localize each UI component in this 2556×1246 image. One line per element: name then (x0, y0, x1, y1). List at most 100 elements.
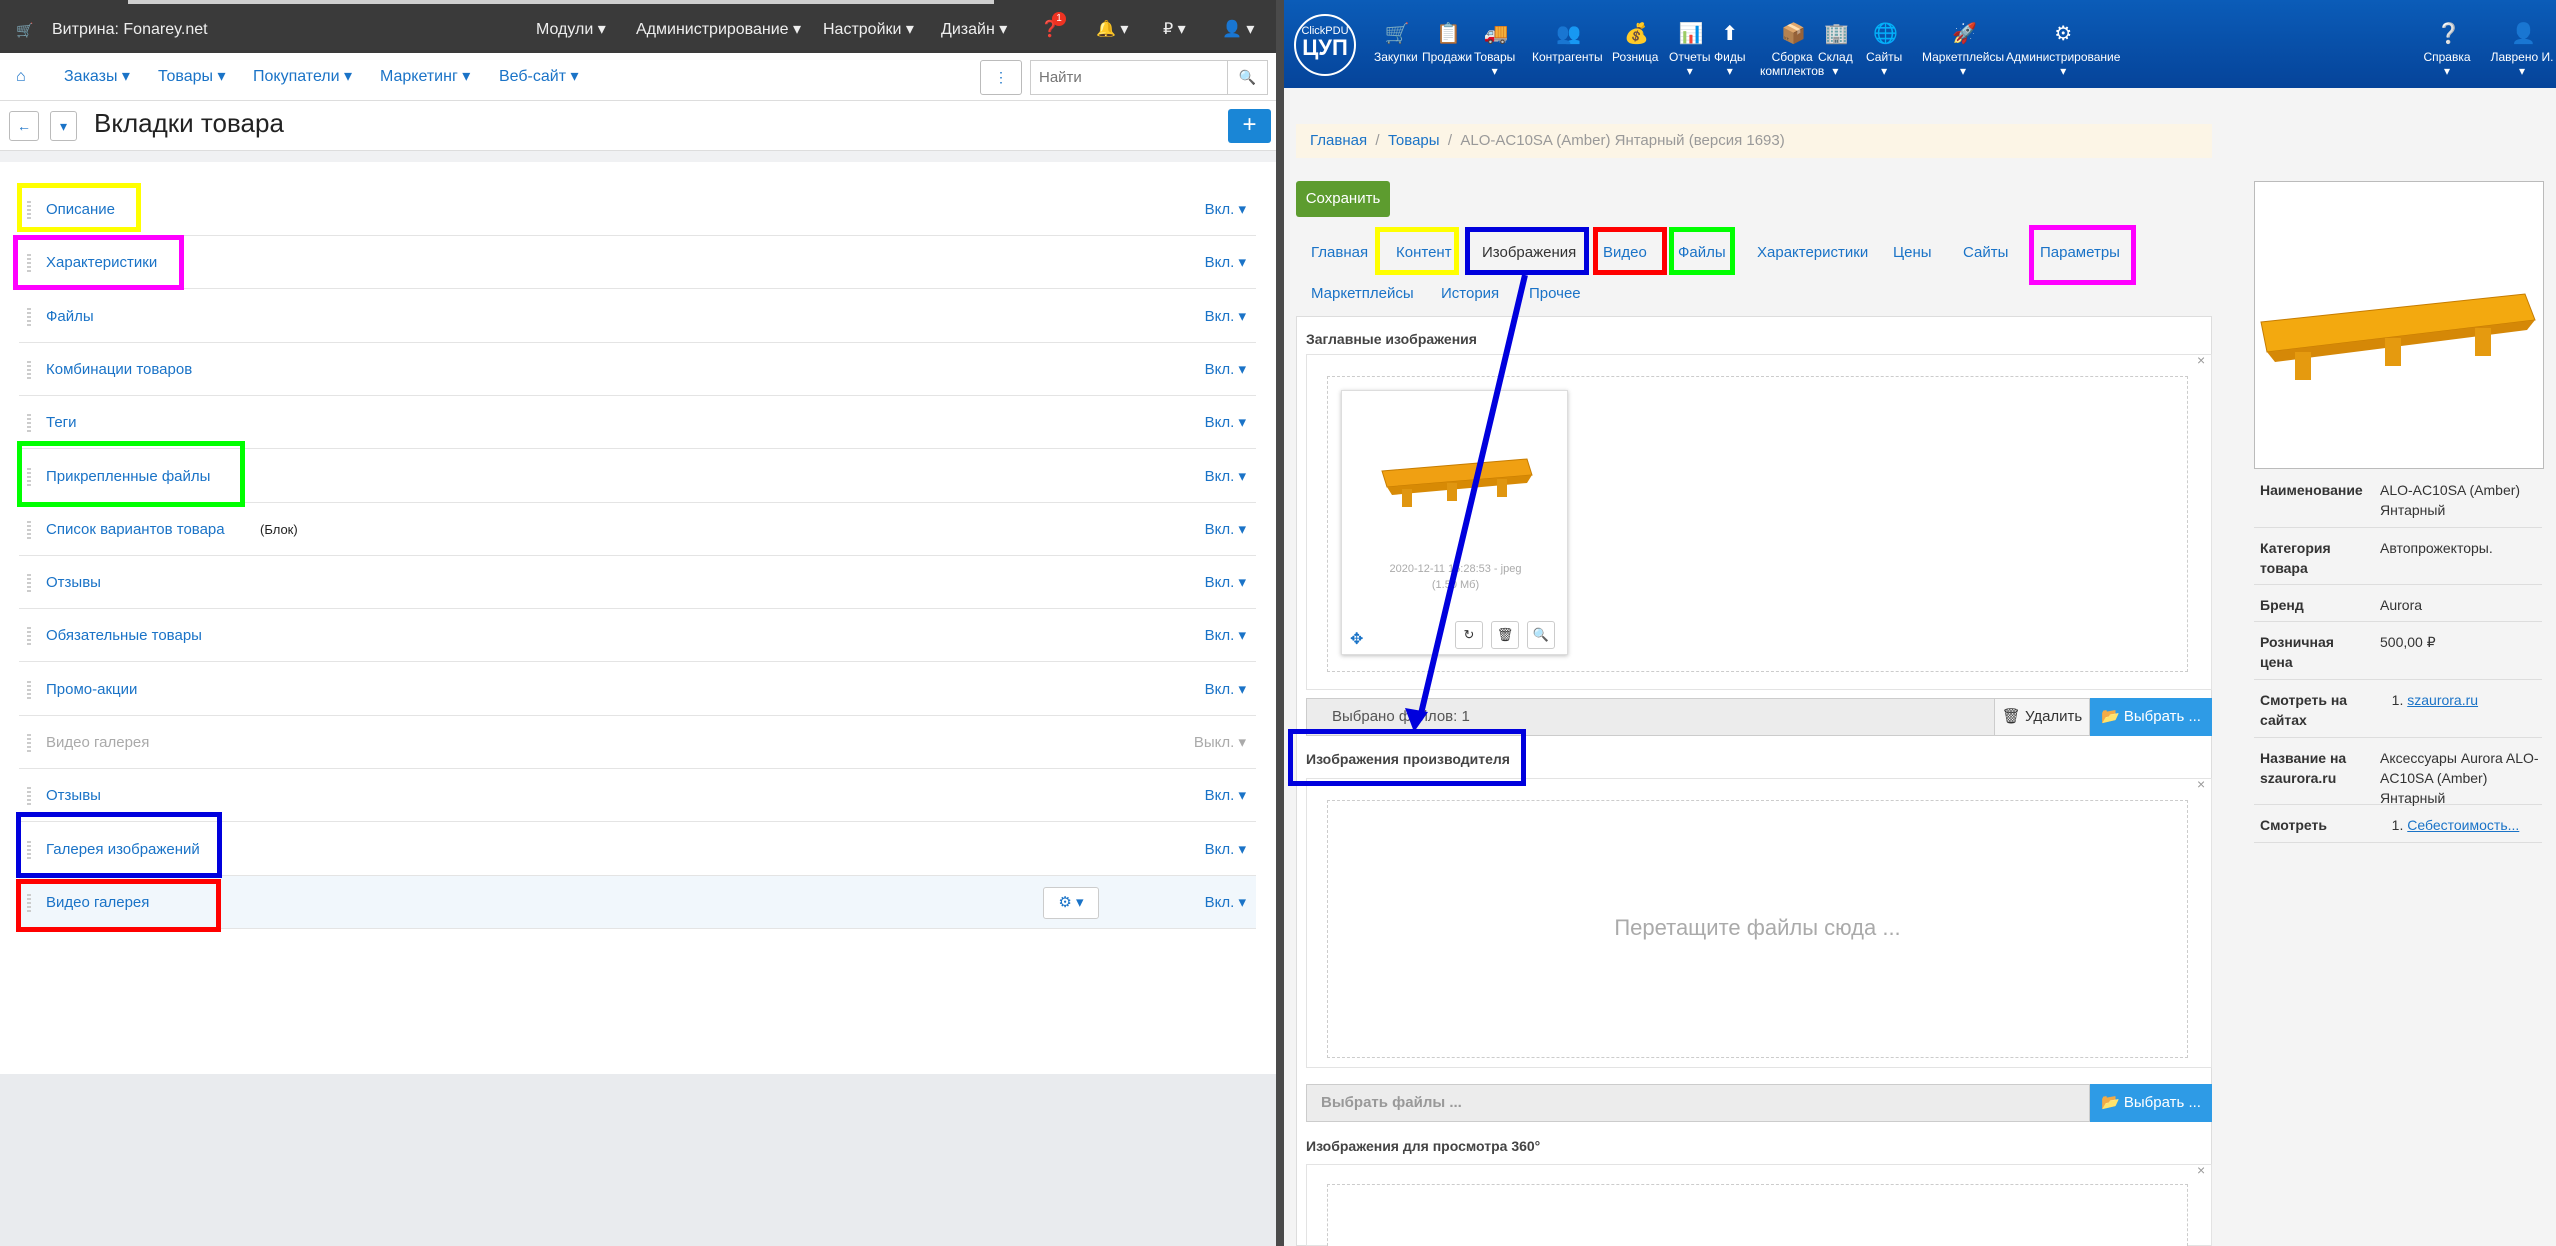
tab-row-label[interactable]: Видео галерея (46, 876, 149, 929)
tab-main[interactable]: Главная (1311, 243, 1368, 263)
close-icon[interactable]: × (2197, 776, 2205, 792)
status-dropdown[interactable]: Вкл. ▾ (1205, 450, 1246, 503)
tab-row-image-gallery[interactable]: Галерея изображений Вкл. ▾ (19, 823, 1256, 876)
gear-icon[interactable]: ⚙ ▾ (1043, 886, 1099, 919)
menu-modules[interactable]: Модули ▾ (536, 0, 606, 53)
manufacturer-dropzone[interactable]: Перетащите файлы сюда ... (1327, 800, 2188, 1058)
tab-row-required-products[interactable]: Обязательные товары Вкл. ▾ (19, 609, 1256, 663)
tab-row-label[interactable]: Список вариантов товара (46, 503, 225, 556)
tab-parameters[interactable]: Параметры (2040, 243, 2120, 263)
tab-other[interactable]: Прочее (1529, 284, 1581, 304)
back-button[interactable]: ← (9, 111, 39, 141)
window-divider[interactable] (1276, 0, 1284, 1246)
status-dropdown[interactable]: Вкл. ▾ (1205, 290, 1246, 343)
tab-row-label[interactable]: Отзывы (46, 556, 101, 609)
tab-row-label[interactable]: Галерея изображений (46, 823, 200, 876)
tab-row-label[interactable]: Отзывы (46, 769, 101, 822)
image-thumbnail[interactable]: 2020-12-11 16:28:53 - jpeg (1.50 Мб) ✥ ↻… (1341, 390, 1568, 655)
product-main-image[interactable] (2254, 181, 2544, 469)
nav-orders[interactable]: Заказы ▾ (64, 53, 130, 101)
add-button[interactable]: + (1228, 109, 1271, 143)
menu-settings[interactable]: Настройки ▾ (823, 0, 914, 53)
user-icon[interactable]: 👤 ▾ (1222, 0, 1254, 53)
currency-menu[interactable]: ₽ ▾ (1163, 0, 1186, 53)
cup-menu-reports[interactable]: 📊 Отчеты ▾ (1669, 0, 1710, 78)
cart-icon[interactable]: 🛒 (16, 0, 33, 53)
nav-website[interactable]: Веб-сайт ▾ (499, 53, 579, 101)
cup-menu-feeds[interactable]: ⬆ Фиды ▾ (1714, 0, 1745, 78)
tab-video[interactable]: Видео (1603, 243, 1647, 263)
drag-handle-icon[interactable] (27, 680, 31, 699)
tab-row-label[interactable]: Характеристики (46, 236, 157, 289)
search-input[interactable] (1031, 61, 1226, 94)
tab-row-product-combinations[interactable]: Комбинации товаров Вкл. ▾ (19, 343, 1256, 396)
trash-icon[interactable]: 🗑 (1491, 621, 1519, 649)
rotate-icon[interactable]: ↻ (1455, 621, 1483, 649)
prop-link[interactable]: Себестоимость... (2407, 817, 2519, 833)
choose-button[interactable]: 📂 Выбрать ... (2090, 698, 2212, 736)
zoom-icon[interactable]: 🔍 (1527, 621, 1555, 649)
nav-products[interactable]: Товары ▾ (158, 53, 226, 101)
tab-sites[interactable]: Сайты (1963, 243, 2008, 263)
status-dropdown[interactable]: Вкл. ▾ (1205, 503, 1246, 556)
cup-menu-sites[interactable]: 🌐 Сайты ▾ (1866, 0, 1902, 78)
close-icon[interactable]: × (2197, 352, 2205, 368)
tab-row-tags[interactable]: Теги Вкл. ▾ (19, 396, 1256, 450)
tab-row-variants-list[interactable]: Список вариантов товара Вкл. ▾ (Блок) (19, 503, 1256, 556)
drag-handle-icon[interactable] (27, 201, 31, 219)
back-dropdown-button[interactable]: ▾ (50, 111, 77, 141)
choose-files-field[interactable]: Выбрать файлы ... (1306, 1084, 2090, 1122)
menu-administration[interactable]: Администрирование ▾ (636, 0, 801, 53)
status-dropdown[interactable]: Выкл. ▾ (1194, 716, 1246, 769)
breadcrumb-section[interactable]: Товары (1388, 132, 1440, 149)
tab-row-label[interactable]: Комбинации товаров (46, 343, 192, 396)
drag-handle-icon[interactable] (27, 414, 31, 433)
more-vert-button[interactable]: ⋮ (980, 60, 1022, 95)
drag-handle-icon[interactable] (27, 627, 31, 646)
drag-handle-icon[interactable] (27, 893, 31, 912)
tab-row-reviews-2[interactable]: Отзывы Вкл. ▾ (19, 769, 1256, 823)
drag-handle-icon[interactable] (27, 360, 31, 379)
cup-menu-sales[interactable]: 📋 Продажи (1422, 0, 1472, 64)
cup-help[interactable]: ❔ Справка ▾ (2422, 0, 2472, 78)
drag-handle-icon[interactable] (27, 574, 31, 593)
bell-icon[interactable]: 🔔 ▾ (1096, 0, 1128, 53)
cup-menu-retail[interactable]: 💰 Розница (1612, 0, 1658, 64)
nav-customers[interactable]: Покупатели ▾ (253, 53, 352, 101)
move-icon[interactable]: ✥ (1350, 629, 1363, 649)
tab-row-label[interactable]: Обязательные товары (46, 609, 202, 662)
tab-marketplaces[interactable]: Маркетплейсы (1311, 284, 1414, 304)
search-icon[interactable]: 🔍 (1227, 61, 1267, 94)
nav-marketing[interactable]: Маркетинг ▾ (380, 53, 470, 101)
tab-row-label[interactable]: Прикрепленные файлы (46, 450, 210, 503)
cup-menu-products[interactable]: 🚚 Товары ▾ (1474, 0, 1515, 78)
drag-handle-icon[interactable] (27, 307, 31, 326)
tab-row-label[interactable]: Видео галерея (46, 716, 149, 769)
tab-row-characteristics[interactable]: Характеристики Вкл. ▾ (19, 236, 1256, 290)
tab-row-files[interactable]: Файлы Вкл. ▾ (19, 290, 1256, 343)
tab-row-attached-files[interactable]: Прикрепленные файлы Вкл. ▾ (19, 450, 1256, 503)
breadcrumb-home[interactable]: Главная (1310, 132, 1367, 149)
delete-button[interactable]: 🗑 Удалить (1994, 698, 2090, 736)
tab-content[interactable]: Контент (1396, 243, 1452, 263)
dropzone-360[interactable] (1327, 1184, 2188, 1246)
tab-files[interactable]: Файлы (1678, 243, 1726, 263)
tab-prices[interactable]: Цены (1893, 243, 1932, 263)
tab-row-reviews[interactable]: Отзывы Вкл. ▾ (19, 556, 1256, 610)
status-dropdown[interactable]: Вкл. ▾ (1205, 769, 1246, 822)
tab-row-label[interactable]: Описание (46, 183, 115, 236)
cup-logo[interactable]: ClickPDU ЦУП (1294, 14, 1356, 76)
status-dropdown[interactable]: Вкл. ▾ (1205, 556, 1246, 609)
status-dropdown[interactable]: Вкл. ▾ (1205, 236, 1246, 289)
tab-row-label[interactable]: Теги (46, 396, 77, 449)
cup-menu-purchases[interactable]: 🛒 Закупки (1374, 0, 1418, 64)
store-label[interactable]: Витрина: Fonarey.net (52, 0, 208, 53)
tab-row-video-gallery-off[interactable]: Видео галерея Выкл. ▾ (19, 716, 1256, 769)
tab-history[interactable]: История (1441, 284, 1499, 304)
cup-menu-marketplaces[interactable]: 🚀 Маркетплейсы ▾ (1922, 0, 2004, 78)
status-dropdown[interactable]: Вкл. ▾ (1205, 876, 1246, 929)
status-dropdown[interactable]: Вкл. ▾ (1205, 663, 1246, 716)
cup-menu-warehouse[interactable]: 🏢 Склад ▾ (1818, 0, 1853, 78)
home-icon[interactable]: ⌂ (16, 53, 26, 101)
status-dropdown[interactable]: Вкл. ▾ (1205, 609, 1246, 662)
